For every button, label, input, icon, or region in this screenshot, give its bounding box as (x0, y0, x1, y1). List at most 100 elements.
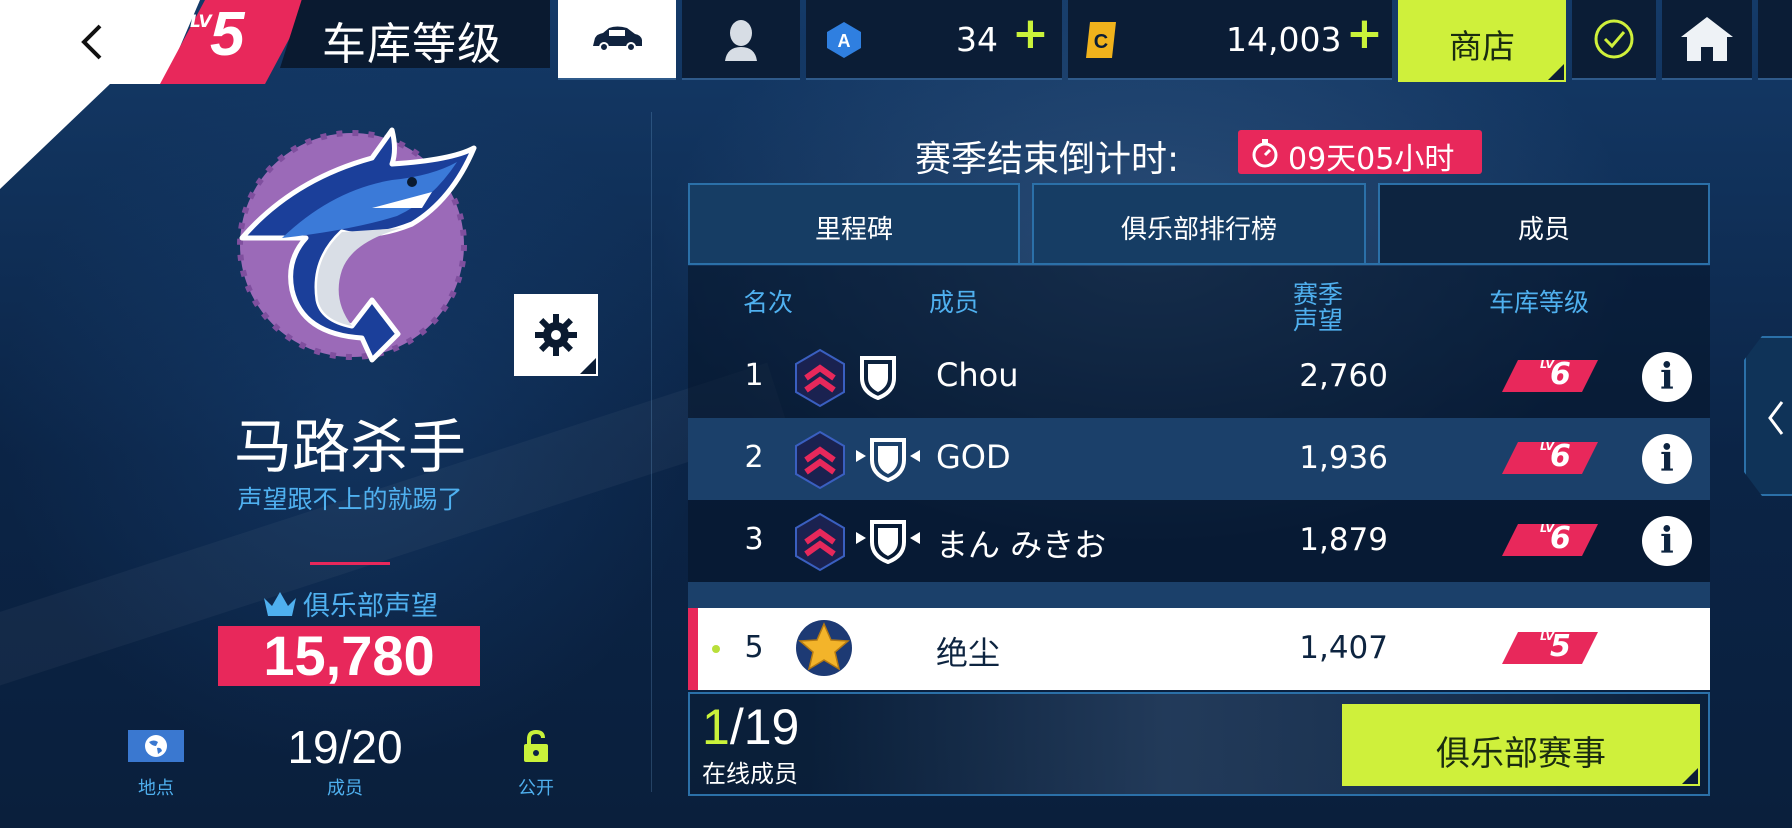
my-level-number: 5 (1550, 629, 1571, 664)
garage-level-number: 5 (210, 0, 245, 69)
gold-currency[interactable]: C 14,003 + (1068, 0, 1392, 80)
member-rank: 2 (744, 440, 764, 475)
club-logo (222, 120, 482, 374)
chevron-left-icon (1768, 401, 1784, 435)
globe-icon (128, 730, 184, 762)
member-name: まん みきお (936, 526, 1107, 564)
token-icon: A (827, 22, 861, 58)
table-row[interactable]: 3 まん みきお 1,879 LV 6 i (688, 500, 1710, 582)
header-season-reputation: 赛季 声望 (1292, 280, 1343, 335)
add-gold-currency-icon[interactable]: + (1346, 12, 1383, 56)
online-now-count: 1 (702, 699, 730, 755)
member-garage-level: LV 6 (1500, 520, 1600, 564)
member-role-winged-shield-icon (856, 438, 920, 482)
stopwatch-icon (1252, 139, 1278, 168)
my-name: 绝尘 (936, 634, 1001, 672)
club-reputation-value: 15,780 (263, 624, 435, 687)
gear-icon (535, 314, 577, 356)
online-members-panel: 1/19 在线成员 俱乐部赛事 (688, 692, 1710, 796)
table-row[interactable]: 2 GOD 1,936 LV 6 i (688, 418, 1710, 500)
tab-members[interactable]: 成员 (1378, 183, 1710, 265)
member-info-button[interactable]: i (1642, 434, 1692, 484)
divider (310, 562, 390, 565)
tab-club-leaderboard-label: 俱乐部排行榜 (1120, 215, 1277, 245)
info-icon: i (1660, 438, 1674, 480)
page-title: 车库等级 (322, 19, 502, 70)
member-rank: 1 (744, 358, 764, 393)
corner-marker (1548, 64, 1564, 80)
club-rank-emblem-icon (795, 430, 845, 490)
members-label: 成员 (327, 778, 363, 799)
my-season-reputation: 1,407 (1299, 630, 1388, 666)
tasks-button[interactable] (1572, 0, 1656, 80)
club-events-button[interactable]: 俱乐部赛事 (1342, 704, 1700, 786)
level-prefix: LV (190, 12, 212, 32)
online-total-count: /19 (729, 699, 800, 755)
my-garage-level: LV 5 (1500, 628, 1600, 672)
svg-text:A: A (838, 31, 851, 51)
header-rank: 名次 (742, 288, 793, 317)
club-name: 马路杀手 (233, 413, 466, 481)
unlocked-padlock-icon (524, 730, 548, 762)
tab-underline (688, 263, 1710, 265)
home-icon (1681, 17, 1733, 61)
club-reputation-box: 15,780 (218, 626, 480, 686)
shark-emblem-icon (237, 127, 477, 363)
chevron-left-icon (81, 24, 102, 60)
club-reputation-label: 俱乐部声望 (303, 591, 439, 622)
club-reputation-header: 俱乐部声望 (150, 584, 550, 623)
member-garage-level: LV 6 (1500, 438, 1600, 482)
location-stat[interactable]: 地点 (128, 730, 188, 800)
add-blue-currency-icon[interactable]: + (1012, 12, 1049, 56)
blue-currency[interactable]: A 34 + (806, 0, 1062, 80)
crown-icon (263, 591, 296, 616)
info-icon: i (1660, 520, 1674, 562)
garage-tab[interactable] (558, 0, 676, 80)
club-rank-emblem-icon (795, 348, 845, 408)
member-level-number: 6 (1550, 439, 1571, 474)
season-countdown-label: 赛季结束倒计时: (915, 139, 1180, 180)
member-rank: 3 (744, 522, 764, 557)
member-role-winged-shield-icon (856, 520, 920, 564)
members-table[interactable]: 名次 成员 赛季 声望 车库等级 1 Chou 2,760 LV 6 i 2 G… (688, 266, 1710, 608)
avatar-icon (725, 20, 757, 61)
corner-marker (580, 358, 596, 374)
side-drawer-toggle[interactable] (1744, 336, 1792, 496)
member-info-button[interactable]: i (1642, 516, 1692, 566)
my-member-row[interactable]: 5 绝尘 1,407 LV 5 (688, 608, 1710, 690)
member-info-button[interactable]: i (1642, 352, 1692, 402)
table-row-partial[interactable] (688, 582, 1710, 608)
privacy-stat[interactable]: 公开 (510, 730, 562, 800)
shop-button-label: 商店 (1449, 27, 1515, 66)
club-motto: 声望跟不上的就踢了 (237, 485, 463, 514)
member-level-number: 6 (1550, 521, 1571, 556)
club-rank-emblem-icon (795, 512, 845, 572)
star-rank-icon (796, 620, 852, 676)
table-row[interactable]: 1 Chou 2,760 LV 6 i (688, 336, 1710, 418)
club-events-button-label: 俱乐部赛事 (1436, 734, 1606, 774)
shop-button[interactable]: 商店 (1398, 0, 1566, 82)
panel-divider (651, 112, 652, 792)
credits-icon: C (1086, 22, 1116, 58)
online-members-count: 1/19 (702, 702, 799, 752)
member-name: GOD (936, 438, 1011, 476)
header-member: 成员 (928, 288, 979, 317)
members-count: 19/20 (287, 721, 403, 773)
home-button[interactable] (1662, 0, 1752, 80)
tab-club-leaderboard[interactable]: 俱乐部排行榜 (1032, 183, 1366, 265)
privacy-label: 公开 (518, 778, 554, 799)
season-timer-badge: 09天05小时 (1238, 130, 1482, 177)
tab-milestones[interactable]: 里程碑 (688, 183, 1020, 265)
blue-currency-value: 34 (956, 20, 998, 59)
club-settings-button[interactable] (514, 294, 598, 376)
gold-currency-value: 14,003 (1226, 20, 1342, 59)
tab-members-label: 成员 (1517, 215, 1570, 245)
tab-milestones-label: 里程碑 (814, 215, 893, 245)
extra-menu-button[interactable] (1758, 0, 1792, 80)
member-season-reputation: 1,879 (1299, 522, 1388, 558)
member-name: Chou (936, 356, 1019, 394)
top-bar: LV 5 车库等级 A 34 + C 14,003 + 商店 (0, 0, 1792, 84)
profile-tab[interactable] (682, 0, 800, 80)
member-season-reputation: 1,936 (1299, 440, 1388, 476)
info-icon: i (1660, 356, 1674, 398)
